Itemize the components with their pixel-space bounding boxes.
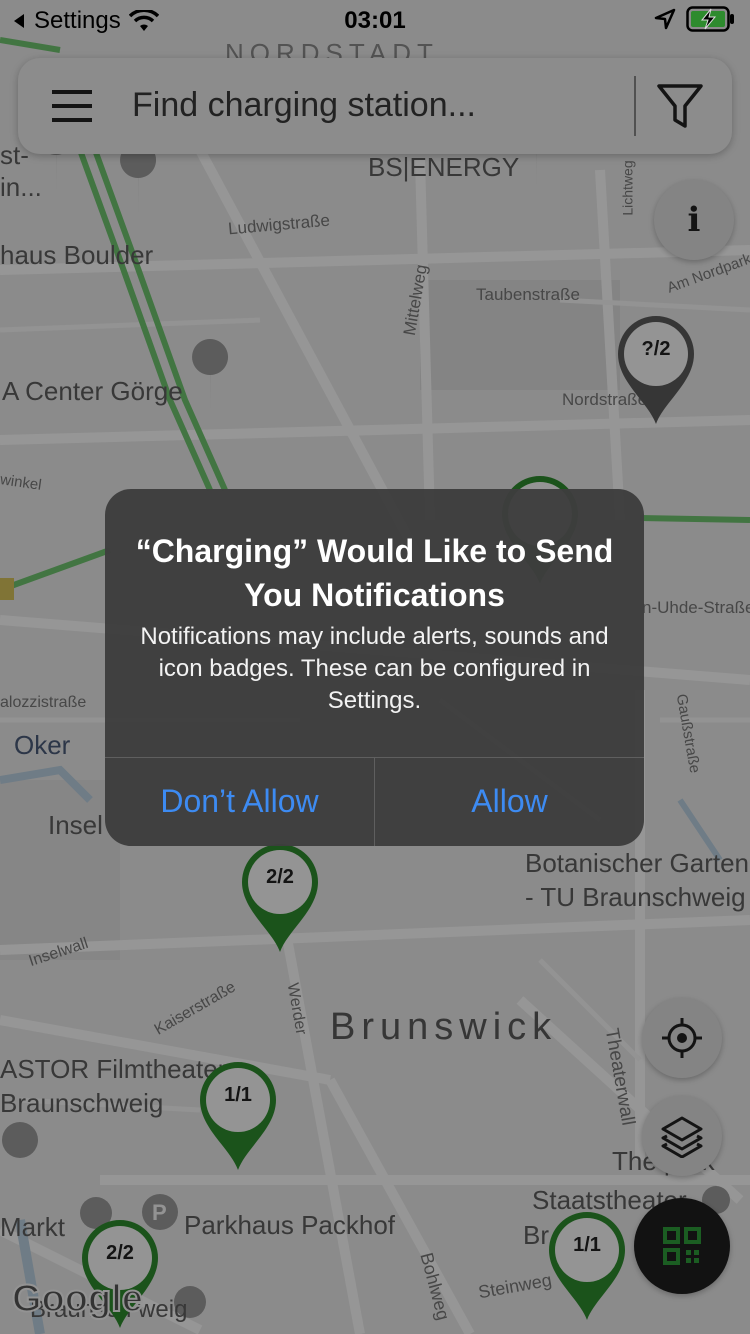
alert-title: “Charging” Would Like to Send You Notifi… bbox=[135, 533, 614, 613]
battery-charging-icon bbox=[686, 6, 734, 32]
location-arrow-icon bbox=[654, 8, 676, 30]
status-time: 03:01 bbox=[344, 7, 406, 34]
notification-permission-alert: “Charging” Would Like to Send You Notifi… bbox=[105, 489, 644, 846]
allow-button[interactable]: Allow bbox=[375, 757, 644, 846]
alert-message: Notifications may include alerts, sounds… bbox=[140, 623, 609, 714]
status-bar: Settings 03:01 bbox=[0, 0, 750, 40]
dont-allow-button[interactable]: Don’t Allow bbox=[105, 757, 374, 846]
